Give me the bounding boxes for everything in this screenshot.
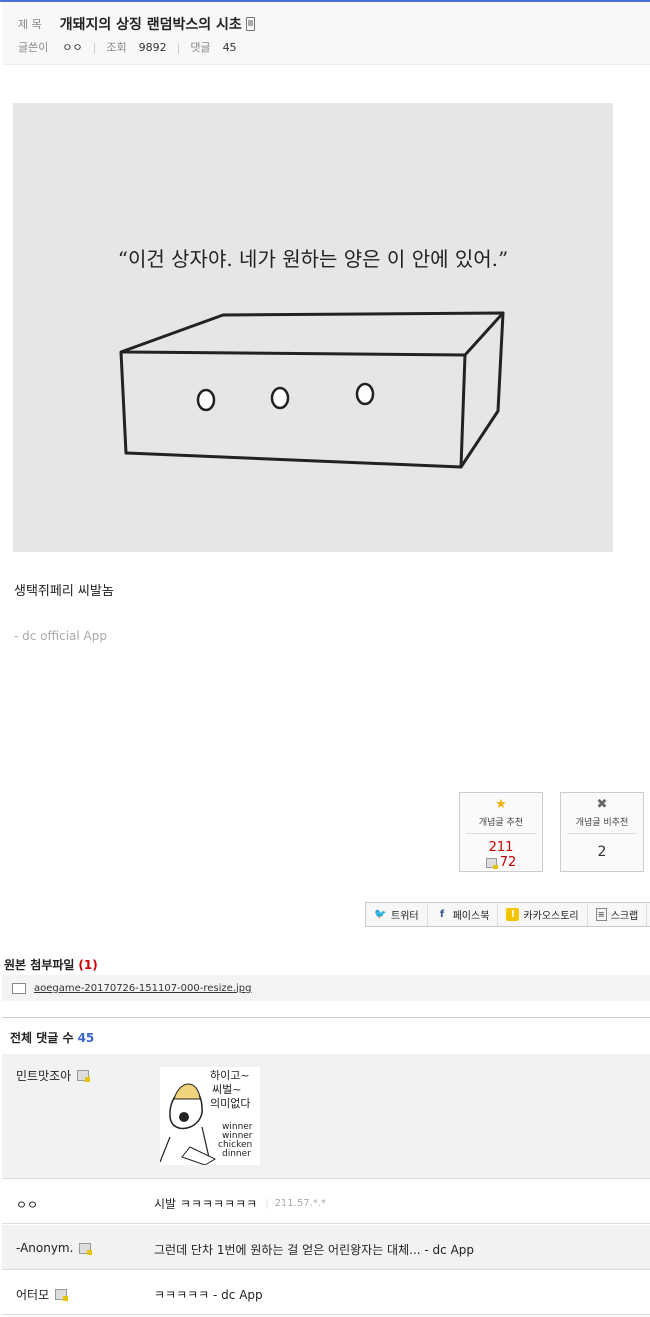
comment-nick: -Anonym.	[16, 1241, 74, 1255]
comment-ip-value: 211.57.*.*	[274, 1198, 326, 1209]
divider	[567, 833, 637, 834]
post-header: 제 목 개돼지의 상징 랜덤박스의 시초 글쓴이 ㅇㅇ | 조회 9892 | …	[2, 2, 650, 65]
dccon-egg-drawing: 하이고~ 씨벌~ 의미없다 winner winner chicken dinn…	[159, 1068, 253, 1166]
comment-item: 민트맛조아 하이고~ 씨벌~ 의미없다 winner winner chicke…	[2, 1054, 650, 1179]
comment-item: -Anonym. 그런데 단차 1번에 원하는 걸 얻은 어린왕자는 대체...…	[2, 1225, 650, 1270]
fixed-user-icon	[55, 1289, 69, 1301]
comment-author[interactable]: -Anonym.	[16, 1241, 93, 1255]
attachments-count: (1)	[78, 958, 98, 972]
divider: |	[92, 40, 97, 54]
comment-text: ㅋㅋㅋㅋㅋ - dc App	[154, 1288, 263, 1302]
attachment-link[interactable]: aoegame-20170726-151107-000-resize.jpg	[34, 983, 251, 994]
meta-row: 글쓴이 ㅇㅇ | 조회 9892 | 댓글 45	[18, 39, 237, 55]
dccon-line: dinner	[222, 1149, 251, 1159]
twitter-label: 트위터	[391, 911, 419, 922]
title-row: 제 목 개돼지의 상징 랜덤박스의 시초	[18, 14, 255, 34]
recommend-button[interactable]: ★ 개념글 추천 211 72	[459, 792, 543, 872]
comment-text: 그런데 단차 1번에 원하는 걸 얻은 어린왕자는 대체... - dc App	[154, 1243, 475, 1257]
comment-text: 시발 ㅋㅋㅋㅋㅋㅋㅋ	[154, 1197, 258, 1211]
divider: |	[176, 40, 181, 54]
attachments-label: 원본 첨부파일	[4, 958, 75, 972]
comment-body: 시발 ㅋㅋㅋㅋㅋㅋㅋ | 211.57.*.*	[154, 1195, 326, 1212]
attachment-item: aoegame-20170726-151107-000-resize.jpg	[2, 975, 650, 1001]
app-signature: - dc official App	[14, 629, 107, 643]
fixed-user-icon	[77, 1070, 91, 1082]
x-icon: ✖	[596, 797, 608, 812]
share-bar: 🐦 트위터 f 페이스북 ! 카카오스토리 ≡ 스크랩	[365, 902, 650, 927]
share-scrap-button[interactable]: ≡ 스크랩	[588, 903, 648, 926]
facebook-label: 페이스북	[452, 911, 490, 922]
divider	[466, 833, 536, 834]
share-twitter-button[interactable]: 🐦 트위터	[366, 903, 428, 926]
views-count: 9892	[138, 40, 167, 54]
fixed-user-icon	[485, 857, 498, 869]
not-recommend-count: 2	[597, 844, 607, 860]
box-drawing	[119, 311, 505, 469]
comment-item: 어터모 ㅋㅋㅋㅋㅋ - dc App	[2, 1271, 650, 1315]
dccon-line: 씨벌~	[212, 1083, 241, 1096]
star-icon: ★	[495, 797, 507, 812]
share-kakao-button[interactable]: ! 카카오스토리	[498, 903, 588, 926]
not-recommend-label: 개념글 비추천	[575, 818, 629, 828]
comment-ip: | 211.57.*.*	[265, 1198, 326, 1209]
scrap-label: 스크랩	[610, 911, 639, 922]
fixed-user-icon	[79, 1242, 93, 1255]
dccon-image: 하이고~ 씨벌~ 의미없다 winner winner chicken dinn…	[159, 1067, 260, 1166]
image-file-icon	[12, 982, 26, 994]
title-label: 제 목	[18, 18, 42, 31]
comment-nick: 민트맛조아	[16, 1069, 72, 1083]
share-facebook-button[interactable]: f 페이스북	[428, 903, 499, 926]
kakao-icon: !	[506, 908, 520, 921]
comments-total-count: 45	[77, 1031, 95, 1045]
section-divider	[2, 1017, 650, 1018]
comment-nick: 어터모	[16, 1288, 50, 1302]
fixed-recommend-count: 72	[499, 855, 517, 870]
writer-label: 글쓴이	[18, 41, 49, 54]
comment-author[interactable]: 민트맛조아	[16, 1067, 91, 1084]
comments-label: 댓글	[190, 41, 211, 54]
twitter-icon: 🐦	[374, 909, 387, 920]
comment-body: 그런데 단차 1번에 원하는 걸 얻은 어린왕자는 대체... - dc App	[154, 1241, 474, 1258]
post-body: 생택쥐페리 씨발놈	[14, 584, 114, 599]
scrap-icon: ≡	[595, 908, 607, 921]
comments-total-label: 전체 댓글 수	[10, 1031, 74, 1045]
post-title: 개돼지의 상징 랜덤박스의 시초	[59, 17, 242, 33]
kakao-label: 카카오스토리	[523, 911, 579, 922]
comment-author[interactable]: 어터모	[16, 1286, 69, 1303]
comment-nick: ㅇㅇ	[16, 1198, 39, 1212]
comments-count: 45	[222, 40, 237, 54]
fixed-recommend: 72	[460, 855, 542, 870]
comment-author[interactable]: ㅇㅇ	[16, 1196, 38, 1213]
comments-header: 전체 댓글 수 45	[10, 1029, 94, 1046]
post-image[interactable]: “이건 상자야. 네가 원하는 양은 이 안에 있어.”	[13, 103, 613, 552]
dccon-line: 하이고~	[210, 1068, 250, 1082]
dccon-line: 의미없다	[210, 1097, 250, 1110]
mobile-icon	[245, 17, 255, 31]
comment-item: ㅇㅇ 시발 ㅋㅋㅋㅋㅋㅋㅋ | 211.57.*.*	[2, 1180, 650, 1224]
comment-body: ㅋㅋㅋㅋㅋ - dc App	[154, 1286, 263, 1303]
writer-name[interactable]: ㅇㅇ	[62, 39, 82, 55]
recommend-count: 211	[488, 840, 514, 855]
views-label: 조회	[106, 41, 127, 54]
not-recommend-button[interactable]: ✖ 개념글 비추천 2	[560, 792, 644, 872]
attachments-title: 원본 첨부파일 (1)	[4, 956, 98, 973]
facebook-icon: f	[439, 909, 445, 920]
recommend-label: 개념글 추천	[478, 818, 524, 828]
